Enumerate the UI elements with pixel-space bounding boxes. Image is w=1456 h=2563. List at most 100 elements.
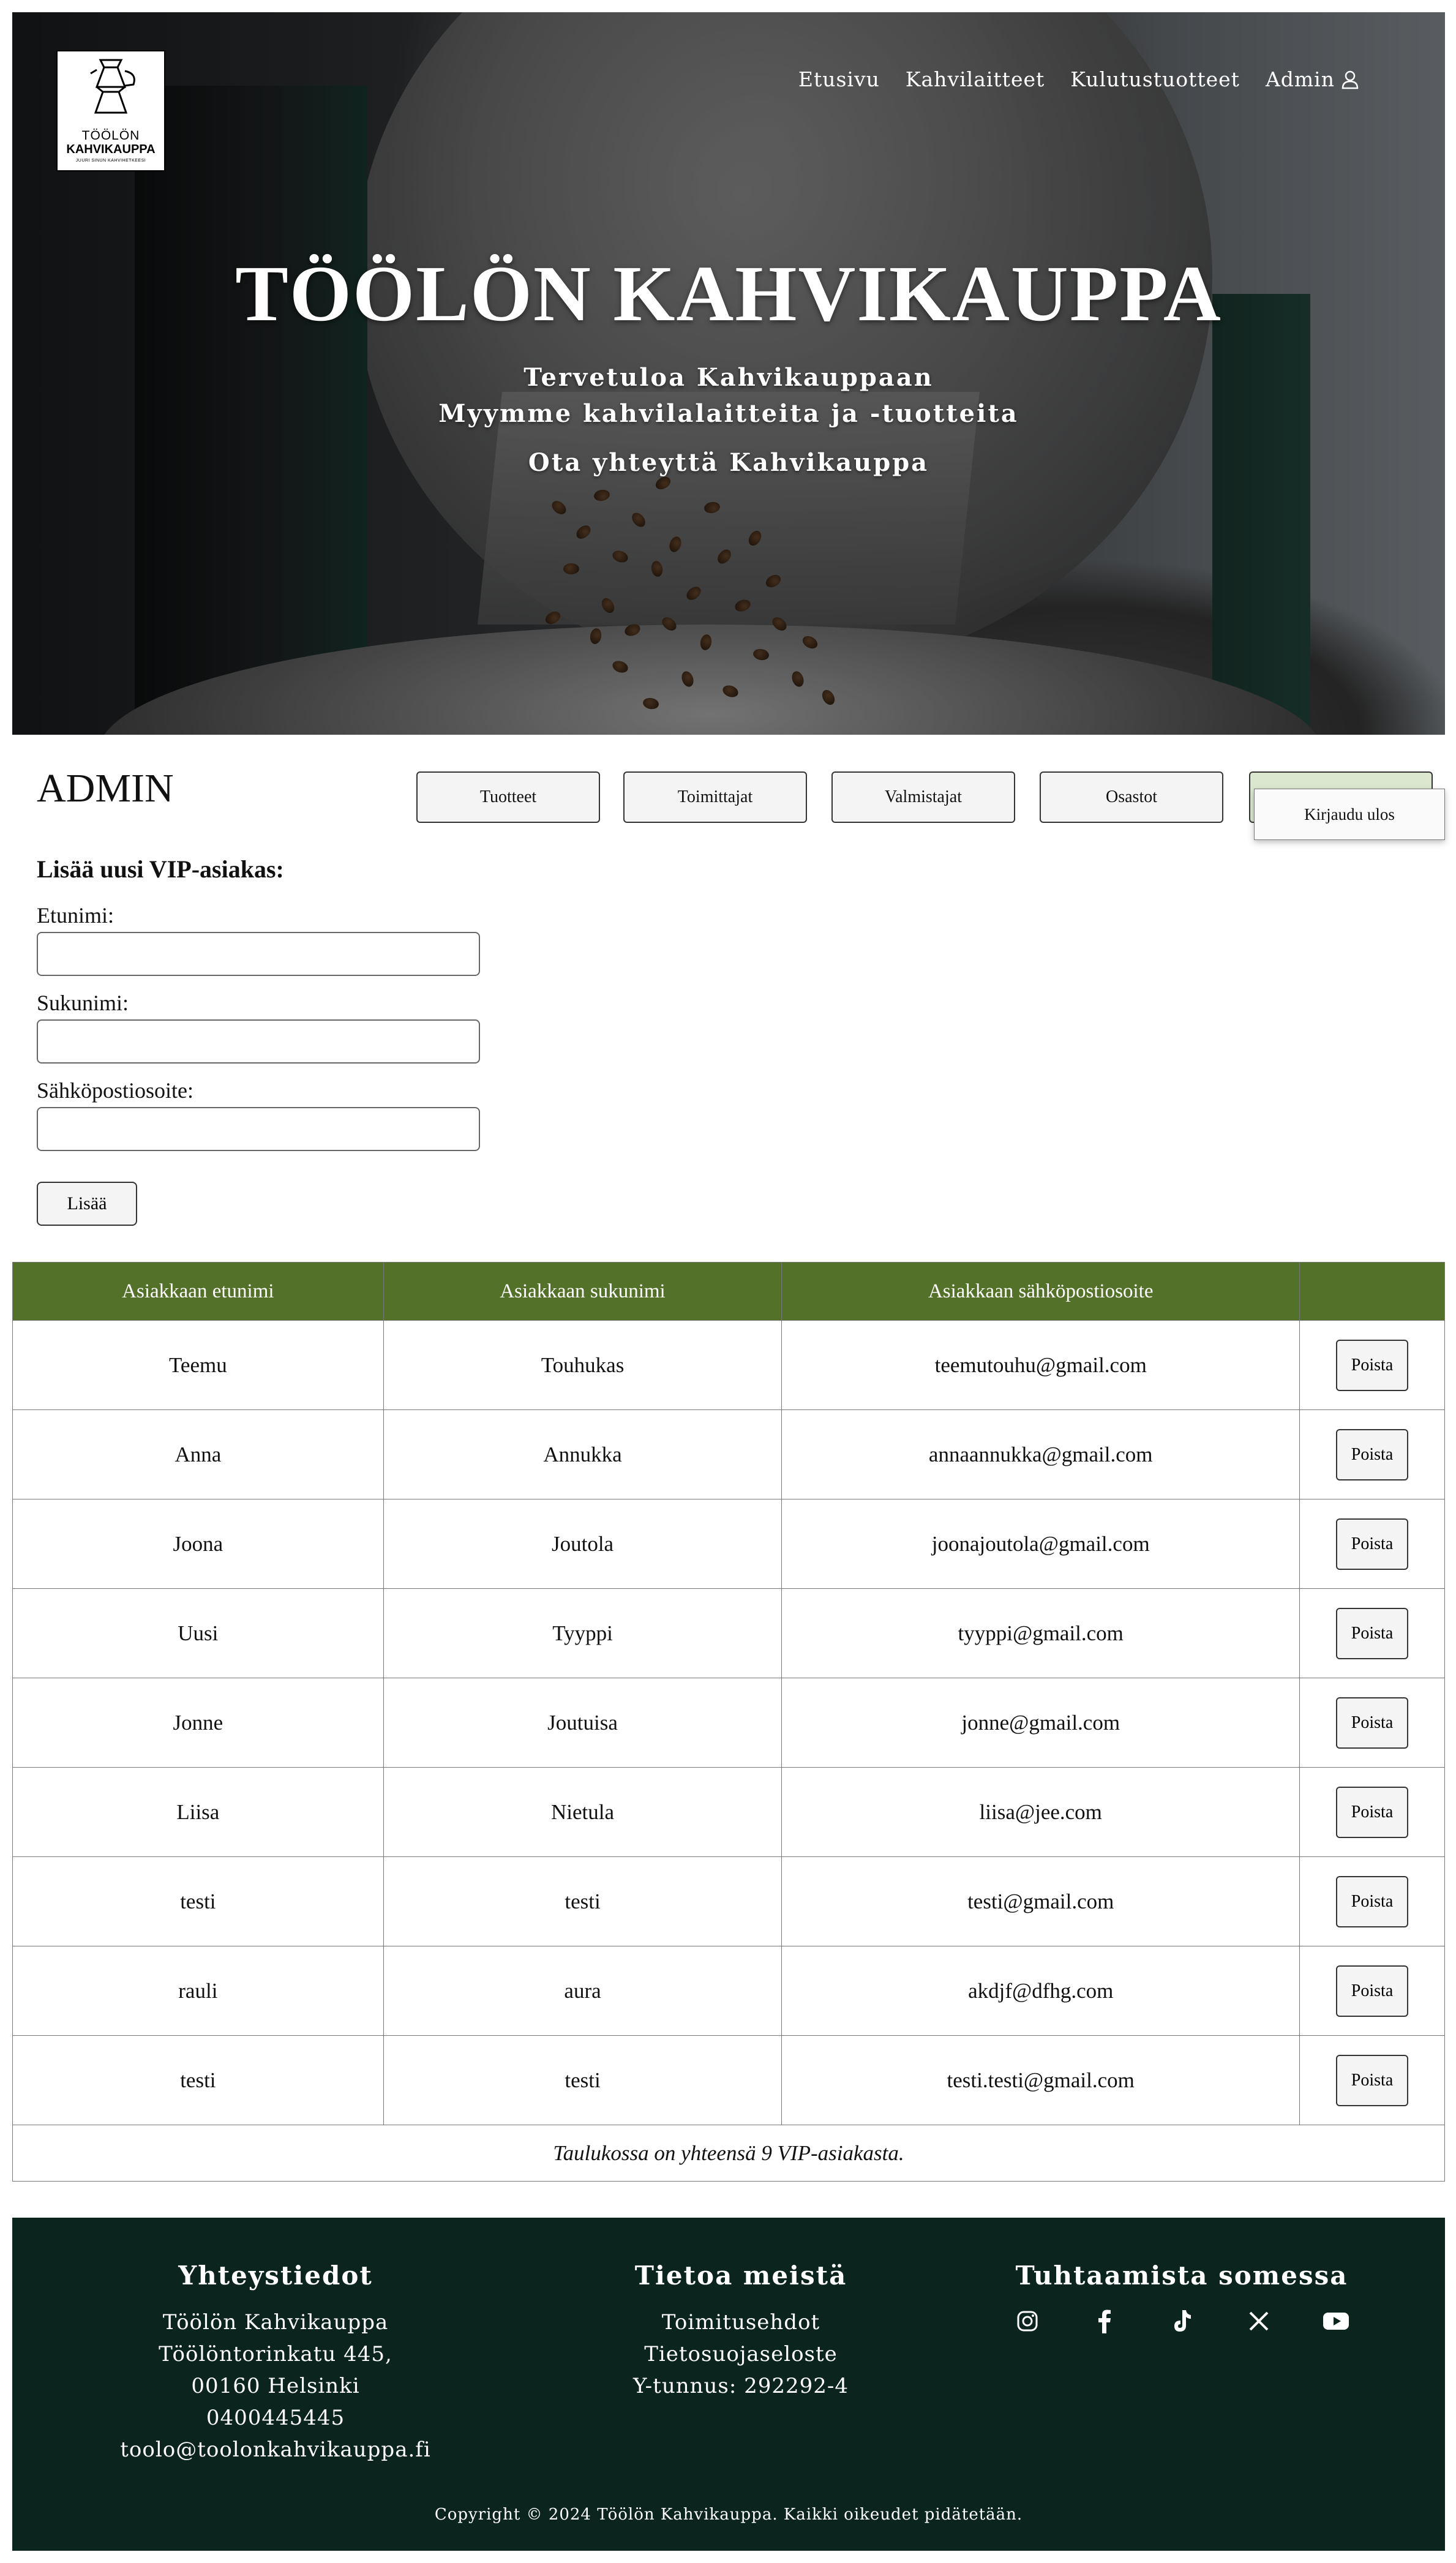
main-nav: Etusivu Kahvilaitteet Kulutustuotteet Ad… <box>798 67 1359 91</box>
site-logo[interactable]: TÖÖLÖN KAHVIKAUPPA JUURI SINUN KAHVIHETK… <box>56 50 165 171</box>
cell-lastname: Joutola <box>383 1499 782 1589</box>
cell-firstname: Anna <box>12 1409 384 1499</box>
toimittajat-button[interactable]: Toimittajat <box>623 771 807 823</box>
cell-actions: Poista <box>1299 1856 1445 1946</box>
table-row: testi testi testi@gmail.com Poista <box>12 1856 1445 1946</box>
header-email: Asiakkaan sähköpostiosoite <box>781 1262 1300 1321</box>
header-firstname: Asiakkaan etunimi <box>12 1262 384 1321</box>
cell-email: testi.testi@gmail.com <box>781 2035 1300 2125</box>
footer-social: Tuhtaamista somessa <box>967 2261 1396 2336</box>
footer-contact-phone[interactable]: 0400445445 <box>86 2402 465 2434</box>
cell-actions: Poista <box>1299 1499 1445 1589</box>
delete-button[interactable]: Poista <box>1336 1786 1409 1838</box>
logo-line2: KAHVIKAUPPA <box>66 143 156 156</box>
x-icon[interactable] <box>1244 2306 1274 2336</box>
cell-lastname: aura <box>383 1946 782 2036</box>
admin-heading: ADMIN <box>37 766 174 811</box>
instagram-icon[interactable] <box>1013 2306 1042 2336</box>
delete-button[interactable]: Poista <box>1336 1428 1409 1480</box>
cell-firstname: Jonne <box>12 1678 384 1768</box>
osastot-button[interactable]: Osastot <box>1040 771 1223 823</box>
delete-button[interactable]: Poista <box>1336 1965 1409 2017</box>
delete-button[interactable]: Poista <box>1336 2054 1409 2106</box>
nav-admin[interactable]: Admin <box>1266 67 1359 91</box>
tiktok-icon[interactable] <box>1167 2306 1196 2336</box>
cell-actions: Poista <box>1299 1946 1445 2036</box>
delete-button[interactable]: Poista <box>1336 1518 1409 1570</box>
footer-social-title: Tuhtaamista somessa <box>1015 2261 1348 2291</box>
cell-email: joonajoutola@gmail.com <box>781 1499 1300 1589</box>
table-row: Liisa Nietula liisa@jee.com Poista <box>12 1767 1445 1857</box>
lastname-label: Sukunimi: <box>37 991 129 1015</box>
cell-lastname: testi <box>383 1856 782 1946</box>
cell-email: jonne@gmail.com <box>781 1678 1300 1768</box>
nav-kahvilaitteet[interactable]: Kahvilaitteet <box>906 67 1045 91</box>
cell-lastname: Tyyppi <box>383 1588 782 1678</box>
logo-line1: TÖÖLÖN <box>81 129 140 143</box>
youtube-icon[interactable] <box>1321 2306 1351 2336</box>
email-label: Sähköpostiosoite: <box>37 1078 194 1103</box>
cell-lastname: Annukka <box>383 1409 782 1499</box>
add-vip-heading: Lisää uusi VIP-asiakas: <box>37 855 284 883</box>
cell-firstname: Liisa <box>12 1767 384 1857</box>
table-row: Jonne Joutuisa jonne@gmail.com Poista <box>12 1678 1445 1768</box>
add-button[interactable]: Lisää <box>37 1182 137 1226</box>
nav-etusivu[interactable]: Etusivu <box>798 67 880 91</box>
footer-business-id: Y-tunnus: 292292-4 <box>632 2374 849 2398</box>
footer-contact-street: Töölöntorinkatu 445, <box>159 2342 392 2366</box>
firstname-label: Etunimi: <box>37 903 114 928</box>
cell-firstname: Joona <box>12 1499 384 1589</box>
header-lastname: Asiakkaan sukunimi <box>383 1262 782 1321</box>
footer-contact-name: Töölön Kahvikauppa <box>162 2310 389 2335</box>
footer-copyright: Copyright © 2024 Töölön Kahvikauppa. Kai… <box>434 2505 1023 2524</box>
footer-terms-link[interactable]: Toimitusehdot <box>551 2306 931 2338</box>
cell-firstname: Teemu <box>12 1320 384 1410</box>
cell-lastname: Touhukas <box>383 1320 782 1410</box>
lastname-input[interactable] <box>37 1019 480 1064</box>
cell-email: akdjf@dfhg.com <box>781 1946 1300 2036</box>
firstname-input[interactable] <box>37 932 480 976</box>
cell-email: liisa@jee.com <box>781 1767 1300 1857</box>
delete-button[interactable]: Poista <box>1336 1607 1409 1659</box>
cell-lastname: Nietula <box>383 1767 782 1857</box>
footer-contact: Yhteystiedot Töölön Kahvikauppa Töölönto… <box>86 2261 465 2466</box>
footer-contact-email[interactable]: toolo@toolonkahvikauppa.fi <box>86 2434 465 2466</box>
logout-menu-item[interactable]: Kirjaudu ulos <box>1254 789 1445 840</box>
table-row: Anna Annukka annaannukka@gmail.com Poista <box>12 1409 1445 1499</box>
cell-email: annaannukka@gmail.com <box>781 1409 1300 1499</box>
delete-button[interactable]: Poista <box>1336 1697 1409 1749</box>
hero-subtitle-contact: Ota yhteyttä Kahvikauppa <box>528 448 929 477</box>
footer-about: Tietoa meistä Toimitusehdot Tietosuojase… <box>551 2261 931 2402</box>
nav-kulutustuotteet[interactable]: Kulutustuotteet <box>1070 67 1240 91</box>
cell-firstname: testi <box>12 1856 384 1946</box>
table-header-row: Asiakkaan etunimi Asiakkaan sukunimi Asi… <box>12 1262 1445 1321</box>
tuotteet-button[interactable]: Tuotteet <box>416 771 600 823</box>
footer-contact-city: 00160 Helsinki <box>191 2374 360 2398</box>
cell-actions: Poista <box>1299 1588 1445 1678</box>
email-input[interactable] <box>37 1107 480 1151</box>
table-row: Uusi Tyyppi tyyppi@gmail.com Poista <box>12 1588 1445 1678</box>
hero-banner: TÖÖLÖN KAHVIKAUPPA JUURI SINUN KAHVIHETK… <box>12 12 1445 735</box>
cell-actions: Poista <box>1299 1409 1445 1499</box>
facebook-icon[interactable] <box>1090 2306 1119 2336</box>
valmistajat-button[interactable]: Valmistajat <box>831 771 1015 823</box>
table-row: testi testi testi.testi@gmail.com Poista <box>12 2035 1445 2125</box>
cell-firstname: Uusi <box>12 1588 384 1678</box>
footer-privacy-link[interactable]: Tietosuojaseloste <box>551 2338 931 2370</box>
footer-contact-title: Yhteystiedot <box>178 2261 373 2291</box>
user-icon <box>1342 70 1359 89</box>
cell-actions: Poista <box>1299 2035 1445 2125</box>
table-count-caption: Taulukossa on yhteensä 9 VIP-asiakasta. <box>12 2125 1445 2182</box>
table-row: rauli aura akdjf@dfhg.com Poista <box>12 1946 1445 2036</box>
cell-lastname: Joutuisa <box>383 1678 782 1768</box>
vip-customers-table: Asiakkaan etunimi Asiakkaan sukunimi Asi… <box>12 1262 1445 2182</box>
cell-actions: Poista <box>1299 1320 1445 1410</box>
moka-pot-icon <box>90 59 135 114</box>
delete-button[interactable]: Poista <box>1336 1875 1409 1927</box>
site-footer: Yhteystiedot Töölön Kahvikauppa Töölönto… <box>12 2218 1445 2551</box>
hero-subtitle-products: Myymme kahvilalaitteita ja -tuotteita <box>438 399 1019 428</box>
cell-email: testi@gmail.com <box>781 1856 1300 1946</box>
delete-button[interactable]: Poista <box>1336 1339 1409 1391</box>
table-caption-row: Taulukossa on yhteensä 9 VIP-asiakasta. <box>12 2125 1445 2182</box>
header-actions <box>1299 1262 1445 1321</box>
